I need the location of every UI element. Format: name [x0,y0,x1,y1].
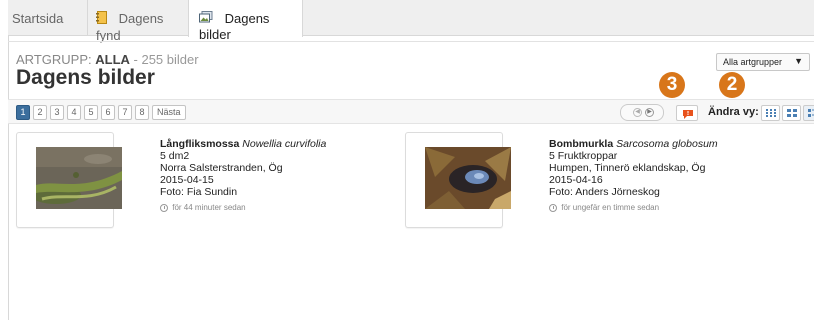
page-button-5[interactable]: 5 [84,105,98,120]
page-title: Dagens bilder [16,66,155,89]
tab-dagens-bilder[interactable]: Dagens bilder [188,0,303,42]
header-divider [8,41,814,42]
quantity-text: 5 Fruktkroppar [549,150,618,162]
step-badge-3: 3 [659,72,685,98]
photo-thumbnail[interactable] [16,132,122,228]
species-title: Bombmurkla Sarcosoma globosum [549,138,718,150]
place-text: Humpen, Tinnerö eklandskap, Ög [549,162,706,174]
previous-arrow-icon[interactable]: ◀ [633,108,642,117]
artgrupp-label: ARTGRUPP: [16,52,92,67]
artgrupp-select[interactable]: Alla artgrupper ▼ [716,53,810,71]
image-count: - 255 bilder [133,52,199,67]
page-button-6[interactable]: 6 [101,105,115,120]
place-text: Norra Salsterstranden, Ög [160,162,283,174]
page-button-1[interactable]: 1 [16,105,30,120]
date-text: 2015-04-15 [160,174,214,186]
time-ago: för 44 minuter sedan [160,202,326,214]
view-small-grid-button[interactable] [761,105,780,121]
pagination: 1 2 3 4 5 6 7 8 Nästa [16,105,189,120]
tab-bar: Startsida Dagens fynd Dagens bilder [8,0,814,43]
photo-thumbnail[interactable] [405,132,511,228]
step-badge-2: 2 [719,72,745,98]
tab-label: Startsida [12,11,64,27]
clock-icon [549,203,557,212]
species-latin: Sarcosoma globosum [616,138,718,150]
time-ago: för ungefär en timme sedan [549,202,718,214]
time-ago-text: för ungefär en timme sedan [561,203,660,212]
fungus-photo-image [425,147,511,209]
clock-icon [160,203,168,212]
notebook-icon [96,10,107,27]
comment-button[interactable] [676,105,698,121]
next-page-button[interactable]: Nästa [152,105,186,120]
artgrupp-value: ALLA [95,52,130,67]
caret-down-icon: ▼ [794,56,803,66]
tab-dagens-fynd[interactable]: Dagens fynd [87,0,188,43]
moss-photo-image [36,147,122,209]
photographer-text: Foto: Anders Jörneskog [549,186,660,198]
view-large-grid-button[interactable] [782,105,801,121]
next-arrow-icon[interactable]: ▶ [645,108,654,117]
species-name[interactable]: Bombmurkla [549,138,613,150]
image-nav-group: ◀ ▶ [620,104,664,121]
comment-icon [683,110,693,119]
page-button-4[interactable]: 4 [67,105,81,120]
large-grid-icon [787,109,797,117]
quantity-text: 5 dm2 [160,150,190,162]
photo-info-card: Bombmurkla Sarcosoma globosum 5 Fruktkro… [549,138,718,214]
image-gallery-icon [199,11,213,26]
toolbar: 1 2 3 4 5 6 7 8 Nästa ◀ ▶ Ändra vy: [8,99,814,124]
small-grid-icon [766,109,776,117]
change-view-label: Ändra vy: [708,106,759,118]
page-button-8[interactable]: 8 [135,105,149,120]
list-view-icon [808,109,814,117]
page-button-7[interactable]: 7 [118,105,132,120]
artgrupp-select-value: Alla artgrupper [723,57,783,67]
photographer-text: Foto: Fia Sundin [160,186,238,198]
view-list-button[interactable] [803,105,814,121]
tab-startsida[interactable]: Startsida [8,0,87,36]
species-name[interactable]: Långfliksmossa [160,138,239,150]
page-button-2[interactable]: 2 [33,105,47,120]
date-text: 2015-04-16 [549,174,603,186]
page-button-3[interactable]: 3 [50,105,64,120]
time-ago-text: för 44 minuter sedan [172,203,246,212]
artgrupp-line: ARTGRUPP: ALLA - 255 bilder [16,52,199,67]
species-latin: Nowellia curvifolia [242,138,327,150]
species-title: Långfliksmossa Nowellia curvifolia [160,138,326,150]
photo-info-card: Långfliksmossa Nowellia curvifolia 5 dm2… [160,138,326,214]
